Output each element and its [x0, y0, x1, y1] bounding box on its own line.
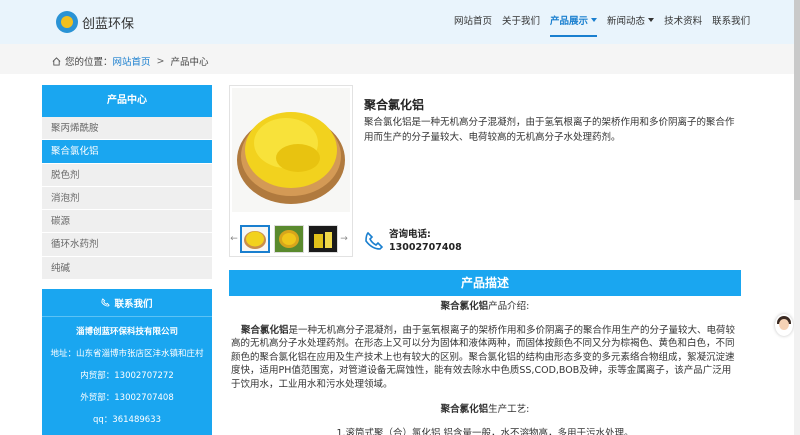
arrow-left-icon[interactable]: ←	[230, 234, 238, 244]
nav-news-label: 新闻动态	[607, 16, 646, 27]
home-icon	[52, 56, 61, 66]
sidebar-title: 产品中心	[42, 85, 212, 117]
hotline-number[interactable]: 13002707408	[389, 241, 462, 254]
product-gallery: ← →	[229, 85, 353, 257]
thumbnail-3[interactable]	[308, 225, 338, 253]
nav-contact[interactable]: 联系我们	[712, 13, 750, 27]
product-description: 聚合氯化铝是一种无机高分子混凝剂，由于氢氧根离子的架桥作用和多价阴离子的聚合作用…	[364, 117, 735, 143]
breadcrumb-separator: >	[156, 55, 165, 67]
site-header: 创蓝环保 网站首页 关于我们 产品展示 新闻动态 技术资料 联系我们	[0, 0, 800, 44]
sidebar-item-defoamer[interactable]: 消泡剂	[42, 186, 212, 211]
contact-box: 联系我们 淄博创蓝环保科技有限公司 地址：山东省淄博市张店区沣水镇和庄村 内贸部…	[42, 289, 212, 435]
logo-icon	[56, 11, 78, 33]
breadcrumb-home-link[interactable]: 网站首页	[113, 54, 151, 68]
sidebar-item-pam[interactable]: 聚丙烯酰胺	[42, 117, 212, 141]
article-body: 聚合氯化铝是一种无机高分子混凝剂，由于氢氧根离子的架桥作用和多价阴离子的聚合作用…	[229, 324, 741, 392]
product-title: 聚合氯化铝	[364, 98, 425, 112]
main-nav: 网站首页 关于我们 产品展示 新闻动态 技术资料 联系我们	[454, 13, 760, 37]
article-intro: 聚合氯化铝产品介绍:	[229, 300, 741, 314]
sidebar-item-circulating-water[interactable]: 循环水药剂	[42, 233, 212, 257]
chat-avatar-button[interactable]	[775, 314, 793, 336]
contact-qq: qq：361489633	[93, 415, 161, 425]
breadcrumb-prefix: 您的位置：	[65, 57, 113, 68]
site-logo[interactable]: 创蓝环保	[56, 9, 134, 35]
nav-products[interactable]: 产品展示	[550, 13, 598, 37]
product-article: 聚合氯化铝产品介绍: 聚合氯化铝是一种无机高分子混凝剂，由于氢氧根离子的架桥作用…	[229, 296, 741, 435]
contact-company: 淄博创蓝环保科技有限公司	[75, 327, 178, 337]
sidebar-item-decolorant[interactable]: 脱色剂	[42, 163, 212, 187]
contact-address: 地址：山东省淄博市张店区沣水镇和庄村	[50, 349, 204, 359]
nav-contact-label: 联系我们	[712, 16, 751, 27]
nav-products-label: 产品展示	[550, 16, 589, 27]
phone-icon	[101, 298, 111, 307]
article-process-bold: 聚合氯化铝	[440, 404, 489, 415]
page-scrollbar[interactable]	[794, 0, 800, 435]
nav-about-label: 关于我们	[502, 16, 541, 27]
thumbnail-strip: ← →	[230, 224, 354, 254]
breadcrumb: 您的位置： 网站首页 > 产品中心	[0, 44, 800, 74]
nav-home[interactable]: 网站首页	[454, 13, 492, 27]
nav-about[interactable]: 关于我们	[502, 13, 540, 27]
sidebar-item-soda-ash[interactable]: 纯碱	[42, 256, 212, 281]
hotline-label: 咨询电话:	[389, 229, 431, 240]
article-body-rest: 是一种无机高分子混凝剂，由于氢氧根离子的架桥作用和多价阴离子的聚合作用生产的分子…	[231, 324, 736, 390]
thumbnail-1[interactable]	[240, 225, 270, 253]
article-process-rest: 生产工艺:	[488, 404, 530, 415]
scroll-thumb[interactable]	[794, 0, 800, 200]
sidebar-item-pac[interactable]: 聚合氯化铝	[42, 140, 212, 164]
product-main-image[interactable]	[232, 88, 350, 212]
phone-icon	[365, 231, 384, 250]
breadcrumb-current: 产品中心	[170, 57, 209, 68]
chevron-down-icon	[591, 18, 598, 22]
nav-home-label: 网站首页	[454, 16, 493, 27]
article-body-bold: 聚合氯化铝	[241, 324, 289, 336]
article-process-heading: 聚合氯化铝生产工艺:	[229, 403, 741, 417]
consult-hotline: 咨询电话: 13002707408	[364, 228, 462, 254]
section-title-bar: 产品描述	[229, 270, 741, 296]
contact-sales-outer: 外贸部：13002707408	[80, 393, 174, 403]
contact-sales-inner: 内贸部：13002707272	[80, 371, 174, 381]
article-intro-rest: 产品介绍:	[488, 301, 530, 312]
product-sidebar: 产品中心 聚丙烯酰胺 聚合氯化铝 脱色剂 消泡剂 碳源 循环水药剂 纯碱	[42, 85, 212, 281]
article-intro-bold: 聚合氯化铝	[440, 301, 489, 312]
logo-text: 创蓝环保	[82, 16, 135, 32]
contact-title: 联系我们	[114, 298, 153, 310]
arrow-right-icon[interactable]: →	[340, 234, 348, 244]
nav-tech-label: 技术资料	[664, 16, 703, 27]
article-process-item: 1.滚筒式聚（合）氯化铝 铝含量一般，水不溶物高，多用于污水处理。	[336, 427, 634, 435]
avatar-face	[779, 319, 789, 330]
nav-tech[interactable]: 技术资料	[664, 13, 702, 27]
nav-news[interactable]: 新闻动态	[607, 13, 655, 27]
sidebar-item-carbon-source[interactable]: 碳源	[42, 210, 212, 234]
thumbnail-2[interactable]	[274, 225, 304, 253]
chevron-down-icon	[648, 18, 655, 22]
